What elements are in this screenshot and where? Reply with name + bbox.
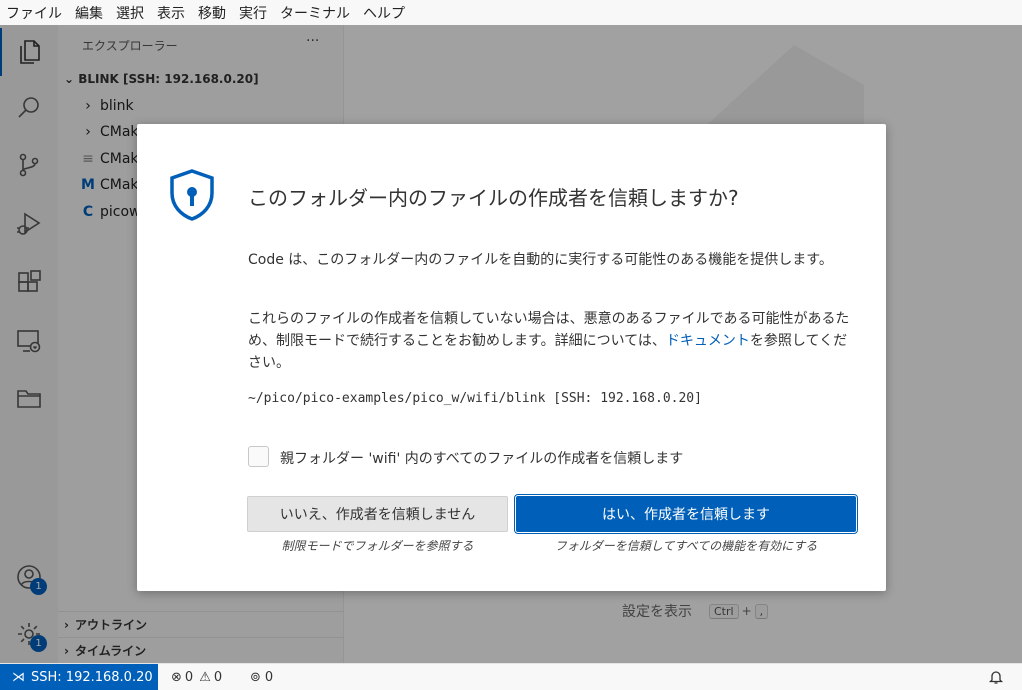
remote-label: SSH: 192.168.0.20	[31, 669, 153, 685]
trust-parent-label[interactable]: 親フォルダー 'wifi' 内のすべてのファイルの作成者を信頼します	[280, 448, 683, 468]
problems-indicator[interactable]: ⊗ 0 ⚠ 0	[171, 664, 222, 690]
error-icon: ⊗	[171, 669, 182, 685]
remote-icon: ⋊	[12, 669, 25, 685]
dialog-message-2: これらのファイルの作成者を信頼していない場合は、悪意のあるファイルである可能性が…	[248, 308, 858, 374]
dialog-message-1: Code は、このフォルダー内のファイルを自動的に実行する可能性のある機能を提供…	[248, 252, 833, 268]
menu-go[interactable]: 移動	[198, 3, 226, 23]
folder-path: ~/pico/pico-examples/pico_w/wifi/blink […	[248, 391, 702, 406]
trust-description: フォルダーを信頼してすべての機能を有効にする	[554, 539, 818, 553]
trust-parent-checkbox[interactable]	[248, 446, 269, 467]
ports-count: 0	[264, 669, 274, 685]
trust-button[interactable]: はい、作成者を信頼します	[514, 494, 858, 534]
menubar: ファイル 編集 選択 表示 移動 実行 ターミナル ヘルプ	[0, 0, 1022, 25]
error-count: 0	[184, 669, 194, 685]
dont-trust-button[interactable]: いいえ、作成者を信頼しません	[247, 496, 508, 532]
menu-view[interactable]: 表示	[157, 3, 185, 23]
workspace-trust-dialog: このフォルダー内のファイルの作成者を信頼しますか? Code は、このフォルダー…	[137, 124, 886, 591]
status-bar: ⋊ SSH: 192.168.0.20 ⊗ 0 ⚠ 0 ⊚ 0	[0, 663, 1022, 690]
warning-count: 0	[213, 669, 223, 685]
bell-icon[interactable]	[988, 664, 1004, 690]
menu-help[interactable]: ヘルプ	[363, 3, 405, 23]
menu-edit[interactable]: 編集	[75, 3, 103, 23]
menu-file[interactable]: ファイル	[6, 3, 62, 23]
shield-icon	[170, 169, 214, 221]
warning-icon: ⚠	[199, 669, 211, 685]
documentation-link[interactable]: ドキュメント	[666, 333, 750, 349]
menu-run[interactable]: 実行	[239, 3, 267, 23]
remote-indicator[interactable]: ⋊ SSH: 192.168.0.20	[0, 664, 158, 690]
dont-trust-description: 制限モードでフォルダーを参照する	[281, 539, 474, 553]
ports-indicator[interactable]: ⊚ 0	[250, 664, 273, 690]
menu-selection[interactable]: 選択	[116, 3, 144, 23]
dialog-title: このフォルダー内のファイルの作成者を信頼しますか?	[248, 186, 739, 210]
broadcast-icon: ⊚	[250, 669, 261, 685]
menu-terminal[interactable]: ターミナル	[280, 3, 350, 23]
